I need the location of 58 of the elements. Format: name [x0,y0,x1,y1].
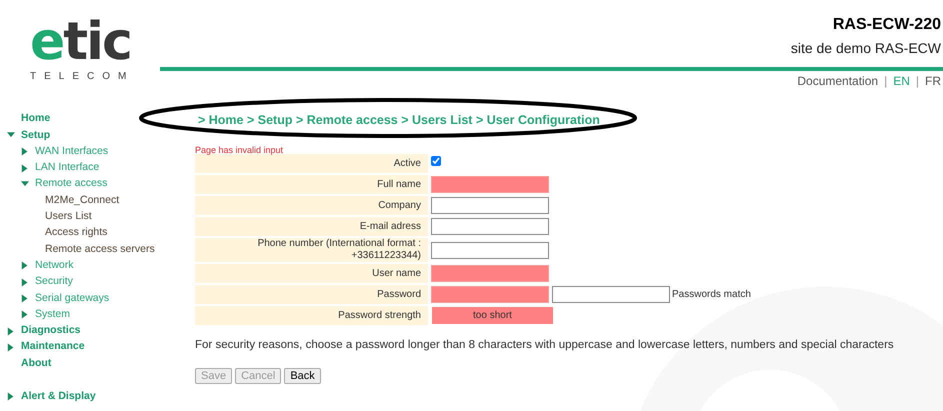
collapsed-triangle-icon[interactable] [7,342,15,352]
input-field[interactable] [431,265,549,282]
field-label: Password strength [338,310,421,320]
sidebar-item[interactable]: Maintenance [21,339,85,356]
strength-indicator: too short [432,307,553,324]
field-label: Full name [377,178,421,190]
expanded-triangle-icon[interactable] [7,130,15,140]
logo-drawing: etic TELECOM [30,16,134,84]
field-label: Phone number (International format : +33611223344) [258,238,421,261]
sidebar-item[interactable]: About [21,356,52,372]
collapsed-triangle-icon[interactable] [21,147,29,156]
sidebar-item[interactable]: Remote access servers [45,242,155,258]
sidebar-item[interactable]: WAN Interfaces [35,144,108,160]
sidebar-item[interactable]: Home [21,111,50,128]
collapsed-triangle-icon[interactable] [7,392,15,402]
error-message: Page has invalid input [195,145,284,155]
site-subtitle: site de demo RAS-ECW [790,40,941,56]
sidebar-item[interactable]: Setup [21,128,50,144]
input-field[interactable] [431,242,549,258]
input-field[interactable] [431,218,549,235]
link-separator: | [916,74,919,88]
sidebar-item[interactable]: Serial gateways [35,290,110,306]
collapsed-triangle-icon[interactable] [21,164,29,173]
link-separator: | [884,74,888,88]
sidebar-item[interactable]: LAN Interface [35,160,100,176]
input-field[interactable] [431,197,549,214]
match-status: Passwords match [672,289,751,300]
sidebar-item[interactable]: Users List [45,209,92,225]
device-title: RAS-ECW-220 [832,16,941,34]
header-link[interactable]: Documentation [797,74,878,88]
confirm-password-field[interactable] [552,286,670,303]
collapsed-triangle-icon[interactable] [21,261,29,270]
help-text: For security reasons, choose a password longer than 8 characters with uppercase and lowercase letters, numbers and special characters [195,338,895,353]
back-button[interactable]: Back [284,368,321,384]
collapsed-triangle-icon[interactable] [21,294,29,303]
field-label: E-mail adress [360,220,421,232]
input-field[interactable] [431,176,549,193]
sidebar-item[interactable]: Security [35,274,73,290]
sidebar-item[interactable]: System [35,306,70,323]
active-checkbox[interactable] [431,156,441,166]
field-label: Password [377,288,421,300]
sidebar-item[interactable]: Access rights [45,225,108,242]
sidebar-item[interactable]: Alert & Display [21,389,96,405]
breadcrumb: > Home > Setup > Remote access > Users List > User Configuration [198,113,600,127]
collapsed-triangle-icon[interactable] [7,326,15,336]
header-link[interactable]: FR [925,74,941,88]
expanded-triangle-icon[interactable] [21,180,29,189]
field-label: User name [372,268,421,278]
field-label: Company [378,200,421,210]
sidebar-item[interactable]: M2Me_Connect [45,192,120,208]
field-label: Active [394,158,421,168]
collapsed-triangle-icon[interactable] [21,310,29,320]
password-field[interactable] [431,286,549,303]
sidebar-item[interactable]: Diagnostics [21,323,81,339]
collapsed-triangle-icon[interactable] [21,278,29,287]
header-link[interactable]: EN [893,74,910,88]
sidebar-item[interactable]: Network [35,258,74,274]
sidebar-item[interactable]: Remote access [35,176,108,192]
